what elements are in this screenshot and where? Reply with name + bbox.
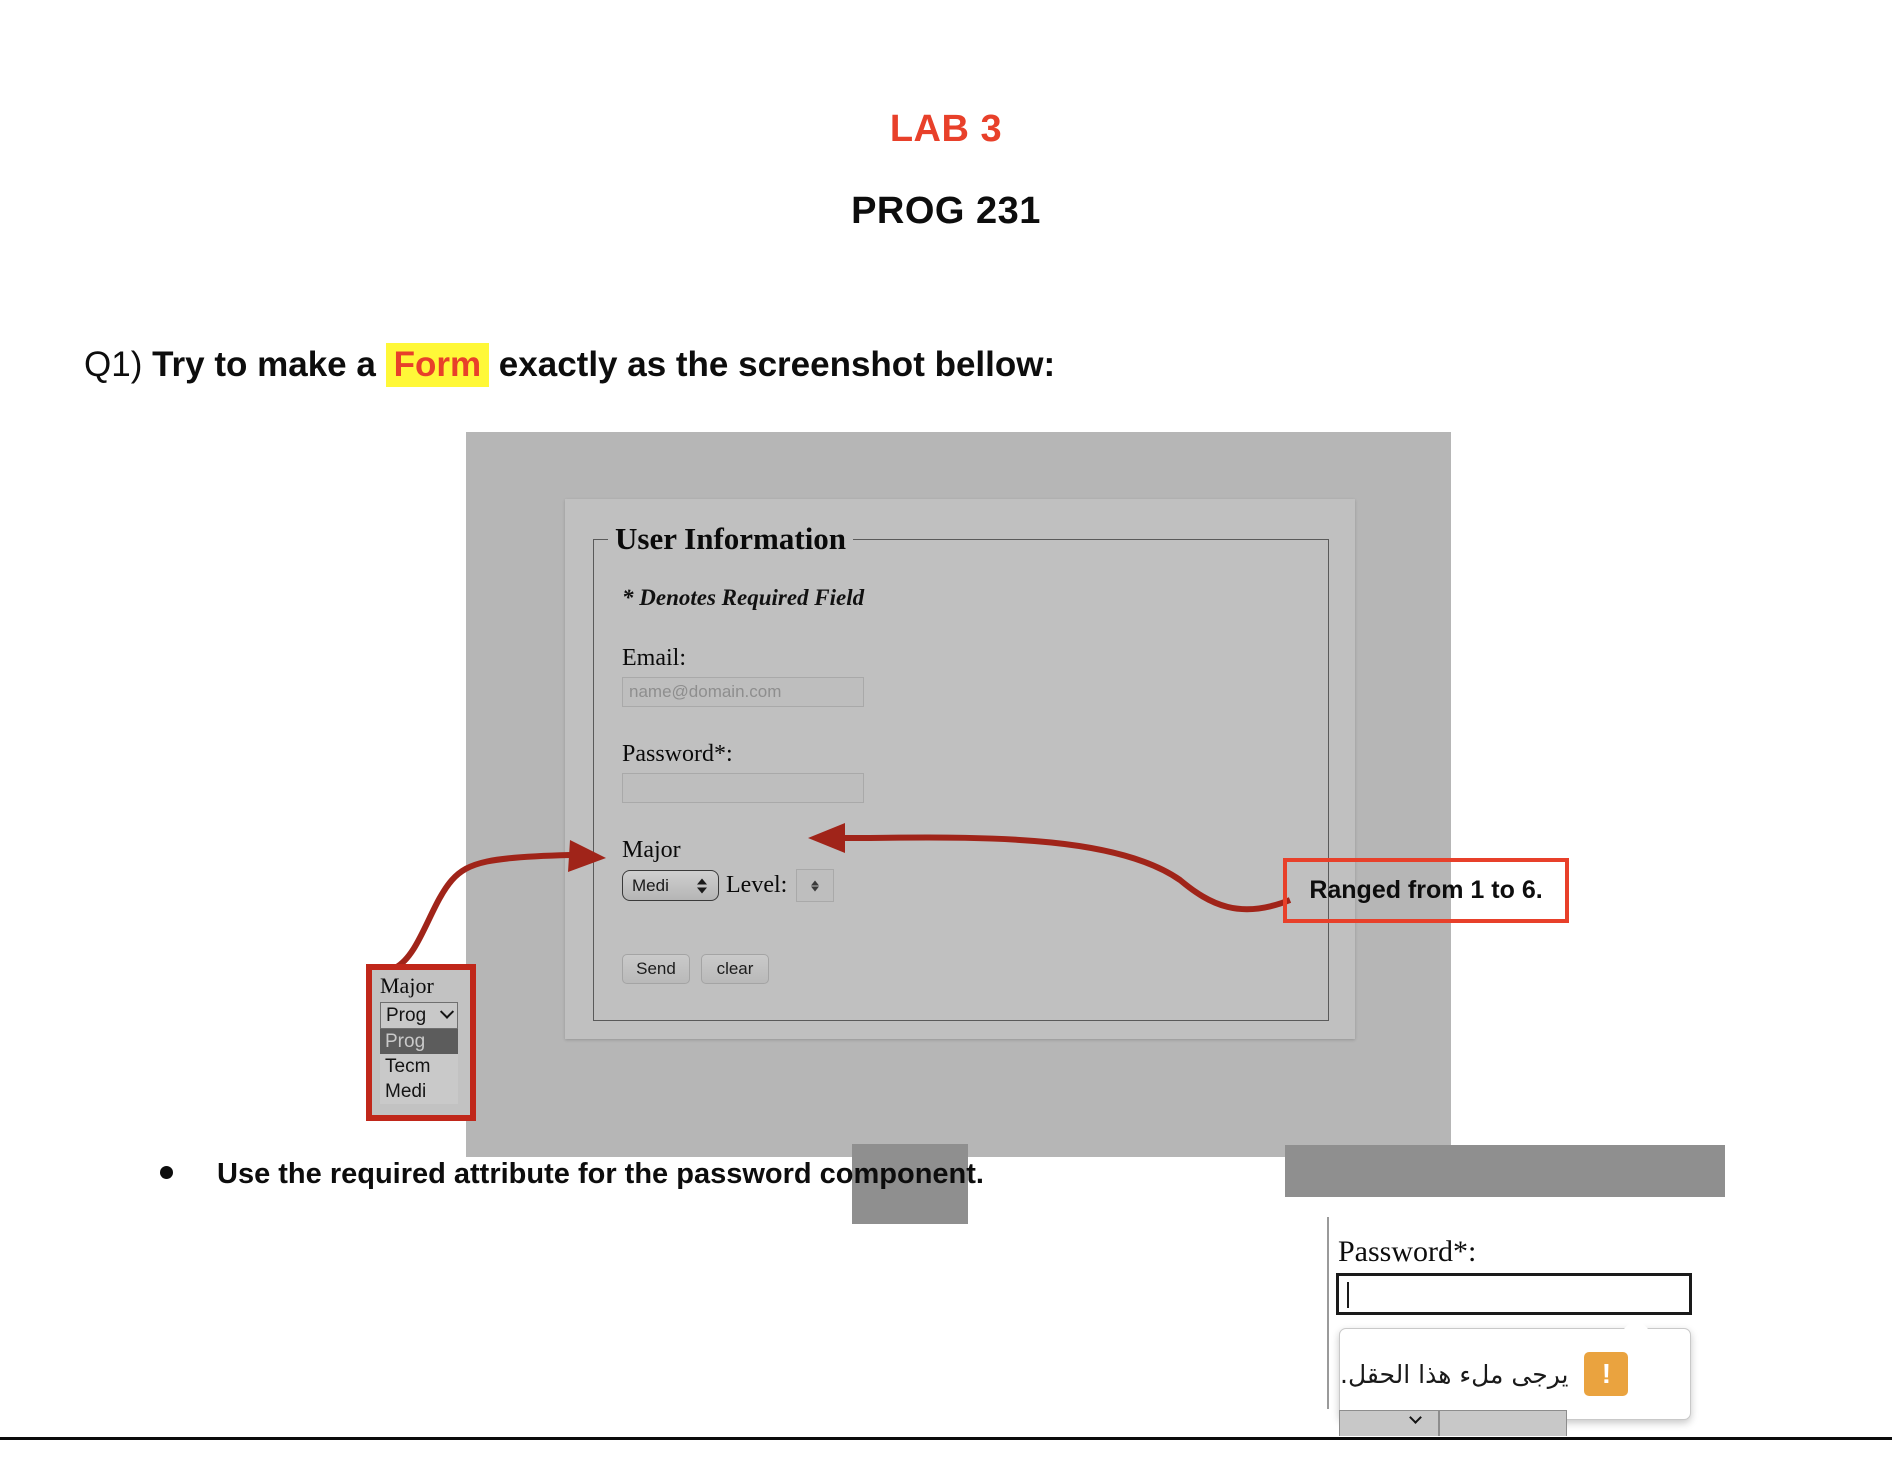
- chevron-down-icon: [1409, 1411, 1422, 1424]
- select-stepper-icon: [697, 878, 707, 893]
- snippet-password-input[interactable]: [1336, 1273, 1692, 1315]
- warning-icon: !: [1584, 1352, 1629, 1396]
- page-footer-rule: [0, 1437, 1892, 1440]
- user-information-fieldset: User Information * Denotes Required Fiel…: [593, 521, 1329, 1021]
- number-stepper-icon[interactable]: [811, 880, 820, 891]
- callout-major-label: Major: [380, 973, 434, 998]
- callout-select-value: Prog: [386, 1004, 427, 1026]
- major-select[interactable]: Medi: [622, 870, 719, 901]
- validation-tooltip: ! يرجى ملء هذا الحقل.: [1339, 1328, 1691, 1420]
- question-text-after: exactly as the screenshot bellow:: [498, 345, 1056, 384]
- dropdown-callout-inner: Major Prog Prog Tecm Medi: [372, 970, 470, 1104]
- password-input[interactable]: [622, 773, 864, 803]
- snippet-partial-area: [1439, 1410, 1567, 1436]
- screenshot-mock-outer: User Information * Denotes Required Fiel…: [466, 432, 1725, 1224]
- validation-snippet: Password*: ! يرجى ملء هذا الحقل.: [1327, 1217, 1756, 1436]
- bullet-text: Use the required attribute for the passw…: [217, 1158, 984, 1190]
- form-button-row: Send clear: [622, 954, 1328, 984]
- page-title-course: PROG 231: [851, 190, 1041, 232]
- list-item[interactable]: Medi: [380, 1079, 458, 1104]
- snippet-left-rule: [1327, 1217, 1329, 1409]
- level-number-input[interactable]: [796, 869, 835, 902]
- validation-message: يرجى ملء هذا الحقل.: [1340, 1359, 1569, 1389]
- major-select-value: Medi: [632, 875, 669, 895]
- password-label: Password*:: [622, 741, 733, 767]
- bullet-icon: [160, 1166, 173, 1179]
- dropdown-callout-box: Major Prog Prog Tecm Medi: [366, 964, 476, 1121]
- fieldset-body: * Denotes Required Field Email: Password…: [594, 557, 1328, 984]
- fieldset-legend: User Information: [615, 521, 847, 556]
- ranged-annotation-text: Ranged from 1 to 6.: [1309, 876, 1543, 904]
- question-line: Q1) Try to make a Form exactly as the sc…: [84, 343, 1056, 387]
- email-label: Email:: [622, 645, 686, 671]
- snippet-partial-controls: [1339, 1410, 1567, 1436]
- snippet-partial-select: [1339, 1410, 1439, 1436]
- list-item[interactable]: Tecm: [380, 1054, 458, 1079]
- page-title-lab: LAB 3: [889, 108, 1003, 150]
- question-number: Q1): [84, 345, 143, 384]
- send-button[interactable]: Send: [622, 954, 690, 984]
- major-label: Major: [622, 837, 681, 863]
- chevron-down-icon: [439, 1004, 455, 1019]
- highlight-band-right: [1285, 1145, 1725, 1197]
- level-label: Level:: [726, 872, 788, 898]
- ranged-annotation-box: Ranged from 1 to 6.: [1283, 858, 1569, 923]
- requirement-bullet: Use the required attribute for the passw…: [160, 1158, 984, 1191]
- question-text-before: Try to make a: [152, 345, 376, 384]
- text-caret: [1347, 1282, 1349, 1308]
- screenshot-mock-page: User Information * Denotes Required Fiel…: [565, 499, 1355, 1039]
- clear-button[interactable]: clear: [701, 954, 769, 984]
- callout-option-list[interactable]: Prog Tecm Medi: [380, 1029, 458, 1104]
- question-highlight-form: Form: [385, 343, 490, 387]
- callout-major-select[interactable]: Prog: [380, 1002, 458, 1029]
- required-field-note: * Denotes Required Field: [622, 585, 865, 610]
- major-level-row: Medi Level:: [622, 869, 1328, 902]
- snippet-password-label: Password*:: [1338, 1235, 1477, 1268]
- email-input[interactable]: [622, 677, 864, 707]
- slide-page: LAB 3 PROG 231 Q1) Try to make a Form ex…: [0, 0, 1892, 1462]
- list-item[interactable]: Prog: [380, 1029, 458, 1054]
